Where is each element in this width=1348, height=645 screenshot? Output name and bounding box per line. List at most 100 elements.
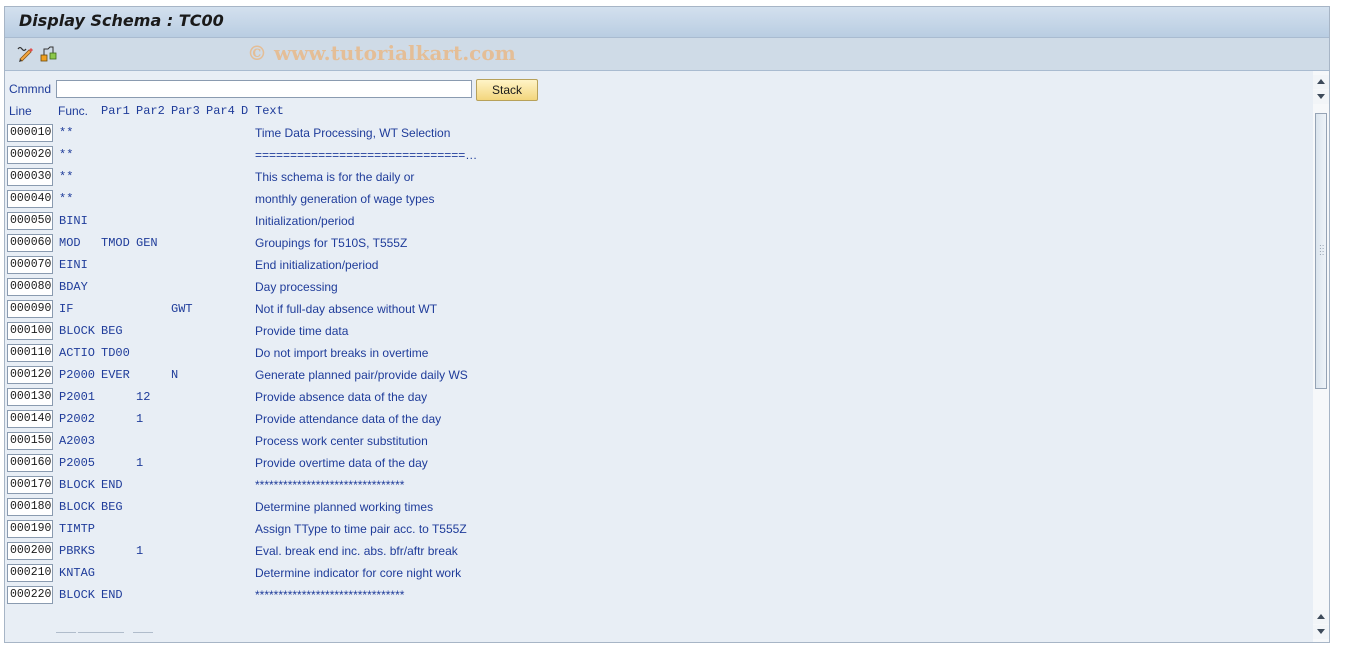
text-cell: Not if full-day absence without WT: [255, 302, 438, 316]
line-number-field[interactable]: 000120: [7, 366, 53, 384]
schema-window: Display Schema : TC00 © www.tutorialkart…: [4, 6, 1330, 643]
line-number-field[interactable]: 000110: [7, 344, 53, 362]
text-cell: Do not import breaks in overtime: [255, 346, 429, 360]
watermark: © www.tutorialkart.com: [247, 41, 516, 65]
text-cell: This schema is for the daily or: [255, 170, 415, 184]
text-cell: Provide attendance data of the day: [255, 412, 442, 426]
header-par3: Par3: [171, 104, 200, 118]
par1-cell: END: [101, 588, 123, 602]
line-number-field[interactable]: 000010: [7, 124, 53, 142]
line-number-field[interactable]: 000170: [7, 476, 53, 494]
grip-icon: ::::: [1319, 242, 1325, 257]
line-number-field[interactable]: 000130: [7, 388, 53, 406]
placeholder-line: [56, 632, 76, 633]
text-cell: Assign TType to time pair acc. to T555Z: [255, 522, 467, 536]
text-cell: Provide absence data of the day: [255, 390, 428, 404]
line-number-field[interactable]: 000060: [7, 234, 53, 252]
text-cell: Day processing: [255, 280, 338, 294]
arrow-down-icon: [1317, 629, 1325, 634]
stack-button[interactable]: Stack: [476, 79, 538, 101]
page-title: Display Schema : TC00: [19, 11, 224, 30]
line-number-field[interactable]: 000180: [7, 498, 53, 516]
line-number-field[interactable]: 000090: [7, 300, 53, 318]
line-number-field[interactable]: 000100: [7, 322, 53, 340]
application-toolbar: © www.tutorialkart.com: [5, 38, 1329, 71]
line-number-field[interactable]: 000020: [7, 146, 53, 164]
par3-cell: N: [171, 368, 179, 382]
header-par4: Par4: [206, 104, 235, 118]
func-cell: BLOCK: [59, 324, 96, 338]
line-number-field[interactable]: 000070: [7, 256, 53, 274]
text-cell: Initialization/period: [255, 214, 355, 228]
header-line: Line: [9, 104, 32, 118]
func-cell: BLOCK: [59, 588, 96, 602]
func-cell: BLOCK: [59, 478, 96, 492]
text-cell: Determine planned working times: [255, 500, 434, 514]
hierarchy-icon[interactable]: [39, 44, 59, 62]
line-number-field[interactable]: 000050: [7, 212, 53, 230]
func-cell: BDAY: [59, 280, 88, 294]
text-cell: Groupings for T510S, T555Z: [255, 236, 408, 250]
func-cell: BINI: [59, 214, 88, 228]
arrow-up-icon: [1317, 614, 1325, 619]
par1-cell: TMOD: [101, 236, 130, 250]
placeholder-line: [133, 632, 153, 633]
header-func: Func.: [58, 104, 89, 118]
scroll-page-up-button[interactable]: [1313, 610, 1329, 624]
func-cell: P2001: [59, 390, 96, 404]
par2-cell: 1: [136, 544, 144, 558]
func-cell: EINI: [59, 258, 88, 272]
par1-cell: EVER: [101, 368, 130, 382]
command-input[interactable]: [56, 80, 472, 98]
func-cell: ACTIO: [59, 346, 96, 360]
par1-cell: BEG: [101, 324, 123, 338]
func-cell: MOD: [59, 236, 81, 250]
par1-cell: BEG: [101, 500, 123, 514]
scroll-down-button[interactable]: [1313, 90, 1329, 104]
func-cell: KNTAG: [59, 566, 96, 580]
display-change-icon[interactable]: [15, 44, 35, 62]
header-par1: Par1: [101, 104, 130, 118]
func-cell: **: [59, 170, 74, 184]
scroll-up-button[interactable]: [1313, 75, 1329, 89]
text-cell: Generate planned pair/provide daily WS: [255, 368, 468, 382]
scroll-page-down-button[interactable]: [1313, 625, 1329, 639]
arrow-down-icon: [1317, 94, 1325, 99]
par2-cell: 1: [136, 412, 144, 426]
placeholder-line: [78, 632, 124, 633]
text-cell: Provide overtime data of the day: [255, 456, 428, 470]
line-number-field[interactable]: 000140: [7, 410, 53, 428]
scroll-thumb[interactable]: ::::: [1315, 113, 1327, 389]
func-cell: P2002: [59, 412, 96, 426]
line-number-field[interactable]: 000200: [7, 542, 53, 560]
arrow-up-icon: [1317, 79, 1325, 84]
func-cell: P2000: [59, 368, 96, 382]
title-bar: Display Schema : TC00: [5, 7, 1329, 38]
vertical-scrollbar[interactable]: ::::: [1313, 71, 1329, 642]
line-number-field[interactable]: 000160: [7, 454, 53, 472]
line-number-field[interactable]: 000220: [7, 586, 53, 604]
text-cell: Process work center substitution: [255, 434, 428, 448]
line-number-field[interactable]: 000040: [7, 190, 53, 208]
par2-cell: 12: [136, 390, 151, 404]
header-d: D: [241, 104, 249, 118]
text-cell: monthly generation of wage types: [255, 192, 435, 206]
func-cell: A2003: [59, 434, 96, 448]
func-cell: **: [59, 126, 74, 140]
line-number-field[interactable]: 000190: [7, 520, 53, 538]
schema-content: Cmmnd Stack Line Func. Par1 Par2 Par3 Pa…: [5, 71, 1313, 642]
line-number-field[interactable]: 000210: [7, 564, 53, 582]
func-cell: P2005: [59, 456, 96, 470]
text-cell: Determine indicator for core night work: [255, 566, 462, 580]
text-cell: Time Data Processing, WT Selection: [255, 126, 451, 140]
line-number-field[interactable]: 000030: [7, 168, 53, 186]
func-cell: **: [59, 192, 74, 206]
line-number-field[interactable]: 000150: [7, 432, 53, 450]
text-cell: ==============================…: [255, 148, 478, 162]
func-cell: TIMTP: [59, 522, 96, 536]
text-cell: ********************************: [255, 478, 405, 492]
header-text: Text: [255, 104, 284, 118]
line-number-field[interactable]: 000080: [7, 278, 53, 296]
par2-cell: 1: [136, 456, 144, 470]
text-cell: ********************************: [255, 588, 405, 602]
